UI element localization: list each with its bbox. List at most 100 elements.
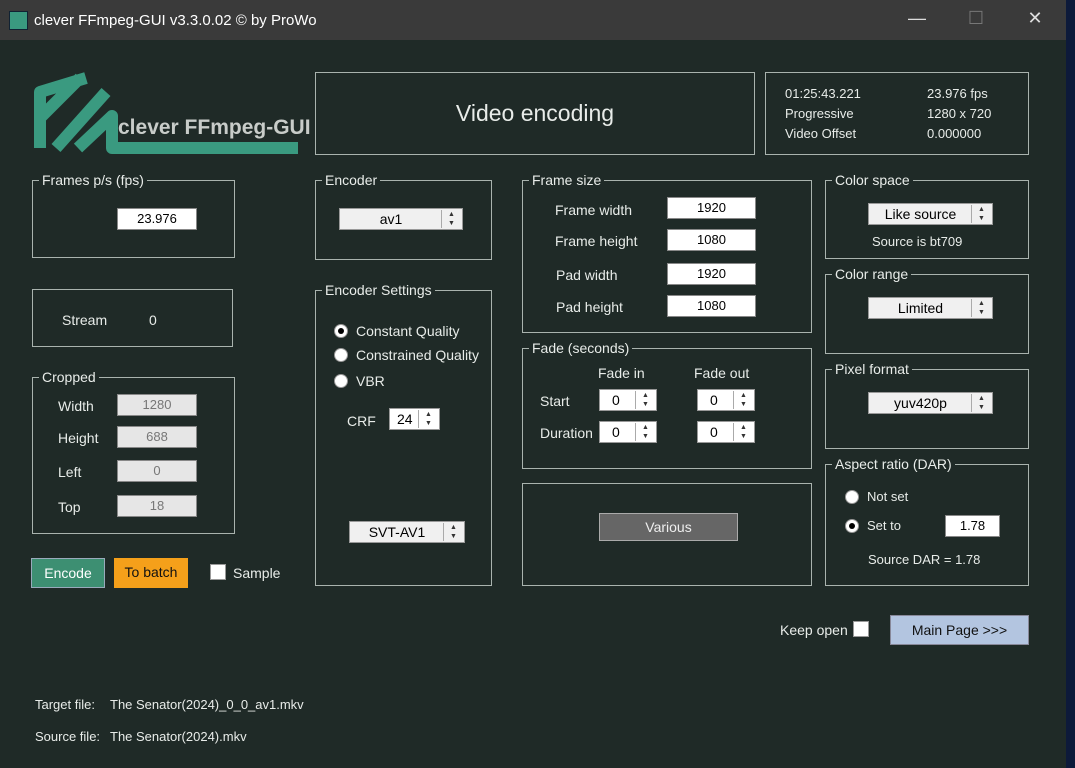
crop-width-label: Width <box>58 398 94 414</box>
maximize-button[interactable]: ☐ <box>956 8 996 29</box>
spinner-arrows-icon[interactable]: ▲ ▼ <box>971 299 991 317</box>
pixel-format-group: Pixel format yuv420p ▲ ▼ <box>825 361 1029 449</box>
crop-top-input[interactable]: 18 <box>117 495 197 517</box>
fade-in-duration-spinner[interactable]: 0 ▲ ▼ <box>599 421 657 443</box>
stream-value[interactable]: 0 <box>149 312 157 328</box>
spinner-arrows-icon[interactable]: ▲ ▼ <box>635 391 655 409</box>
fps-label: Frames p/s (fps) <box>39 172 147 188</box>
crf-label: CRF <box>347 413 376 429</box>
pad-width-input[interactable]: 1920 <box>667 263 756 285</box>
color-range-label: Color range <box>832 266 912 282</box>
app-icon <box>9 11 28 30</box>
fade-out-label: Fade out <box>694 365 750 381</box>
source-info-panel: 01:25:43.221 23.976 fps Progressive 1280… <box>765 72 1029 155</box>
vbr-label: VBR <box>356 373 385 389</box>
fade-out-start-spinner[interactable]: 0 ▲ ▼ <box>697 389 755 411</box>
constrained-quality-radio[interactable] <box>334 348 348 362</box>
crop-top-label: Top <box>58 499 81 515</box>
aspect-ratio-input[interactable]: 1.78 <box>945 515 1000 537</box>
encoder-group: Encoder av1 ▲ ▼ <box>315 172 492 260</box>
page-title: Video encoding <box>455 100 615 126</box>
various-button[interactable]: Various <box>599 513 738 541</box>
set-to-label: Set to <box>867 518 901 533</box>
pad-height-input[interactable]: 1080 <box>667 295 756 317</box>
set-to-radio[interactable] <box>845 519 859 533</box>
keep-open-checkbox[interactable] <box>853 621 869 637</box>
source-file-name: The Senator(2024).mkv <box>110 729 247 744</box>
encoder-label: Encoder <box>322 172 381 188</box>
fade-out-start-value: 0 <box>710 392 718 408</box>
cropped-label: Cropped <box>39 369 99 385</box>
logo: clever FFmpeg-GUI <box>34 72 311 158</box>
source-dar: Source DAR = 1.78 <box>868 552 981 567</box>
main-page-button[interactable]: Main Page >>> <box>890 615 1029 645</box>
title-bar: clever FFmpeg-GUI v3.3.0.02 © by ProWo —… <box>0 0 1066 40</box>
frame-size-group: Frame size Frame width 1920 Frame height… <box>522 172 812 333</box>
frame-height-input[interactable]: 1080 <box>667 229 756 251</box>
spinner-arrows-icon[interactable]: ▲ ▼ <box>733 391 753 409</box>
logo-text: clever FFmpeg-GUI <box>118 116 311 139</box>
header-panel: Video encoding <box>315 72 755 155</box>
crf-spinner[interactable]: 24 ▲ ▼ <box>389 408 440 430</box>
fade-in-duration-value: 0 <box>612 424 620 440</box>
crf-value: 24 <box>397 411 413 427</box>
spinner-arrows-icon[interactable]: ▲ ▼ <box>443 523 463 541</box>
color-space-group: Color space Like source ▲ ▼ Source is bt70… <box>825 172 1029 259</box>
pixel-format-select[interactable]: yuv420p ▲ ▼ <box>868 392 993 414</box>
crop-height-label: Height <box>58 430 99 446</box>
spinner-arrows-icon[interactable]: ▲ ▼ <box>971 205 991 223</box>
stream-label: Stream <box>62 312 108 328</box>
frame-size-label: Frame size <box>529 172 605 188</box>
spinner-arrows-icon[interactable]: ▲ ▼ <box>733 423 753 441</box>
fade-out-duration-spinner[interactable]: 0 ▲ ▼ <box>697 421 755 443</box>
fade-out-duration-value: 0 <box>710 424 718 440</box>
frame-width-input[interactable]: 1920 <box>667 197 756 219</box>
window-title: clever FFmpeg-GUI v3.3.0.02 © by ProWo <box>34 12 317 29</box>
fps-group: Frames p/s (fps) 23.976 <box>32 172 235 258</box>
fade-in-start-spinner[interactable]: 0 ▲ ▼ <box>599 389 657 411</box>
minimize-button[interactable]: — <box>897 8 937 29</box>
fade-in-start-value: 0 <box>612 392 620 408</box>
crop-width-input[interactable]: 1280 <box>117 394 197 416</box>
not-set-label: Not set <box>867 489 909 504</box>
fade-group: Fade (seconds) Fade in Fade out Start Du… <box>522 340 812 469</box>
app-window: clever FFmpeg-GUI v3.3.0.02 © by ProWo —… <box>0 0 1066 768</box>
crop-height-input[interactable]: 688 <box>117 426 197 448</box>
frame-height-label: Frame height <box>555 233 638 249</box>
constrained-quality-label: Constrained Quality <box>356 347 479 363</box>
close-button[interactable]: ✕ <box>1015 8 1055 29</box>
spinner-arrows-icon[interactable]: ▲ ▼ <box>635 423 655 441</box>
fade-in-label: Fade in <box>598 365 645 381</box>
spinner-arrows-icon[interactable]: ▲ ▼ <box>441 210 461 228</box>
various-group: Various <box>522 483 812 586</box>
encoder-select[interactable]: av1 ▲ ▼ <box>339 208 463 230</box>
encode-button[interactable]: Encode <box>31 558 105 588</box>
color-space-value: Like source <box>884 206 957 222</box>
pad-height-label: Pad height <box>556 299 623 315</box>
target-file-label: Target file: <box>35 697 95 712</box>
encoder-library-select[interactable]: SVT-AV1 ▲ ▼ <box>349 521 465 543</box>
fps-input[interactable]: 23.976 <box>117 208 197 230</box>
fade-duration-label: Duration <box>540 425 593 441</box>
scan-type: Progressive <box>785 106 854 121</box>
constant-quality-label: Constant Quality <box>356 323 460 339</box>
sample-checkbox[interactable] <box>210 564 226 580</box>
vbr-radio[interactable] <box>334 374 348 388</box>
pixel-format-label: Pixel format <box>832 361 912 377</box>
to-batch-button[interactable]: To batch <box>114 558 188 588</box>
spinner-arrows-icon[interactable]: ▲ ▼ <box>971 394 991 412</box>
color-space-select[interactable]: Like source ▲ ▼ <box>868 203 993 225</box>
constant-quality-radio[interactable] <box>334 324 348 338</box>
color-space-label: Color space <box>832 172 913 188</box>
source-file-label: Source file: <box>35 729 101 744</box>
keep-open-label: Keep open <box>780 622 848 638</box>
duration: 01:25:43.221 <box>785 86 861 101</box>
crop-left-input[interactable]: 0 <box>117 460 197 482</box>
source-fps: 23.976 fps <box>927 86 988 101</box>
target-file-name: The Senator(2024)_0_0_av1.mkv <box>110 697 304 712</box>
color-range-select[interactable]: Limited ▲ ▼ <box>868 297 993 319</box>
encoder-library-value: SVT-AV1 <box>368 524 426 540</box>
not-set-radio[interactable] <box>845 490 859 504</box>
crop-left-label: Left <box>58 464 82 480</box>
spinner-arrows-icon[interactable]: ▲ ▼ <box>418 410 438 428</box>
